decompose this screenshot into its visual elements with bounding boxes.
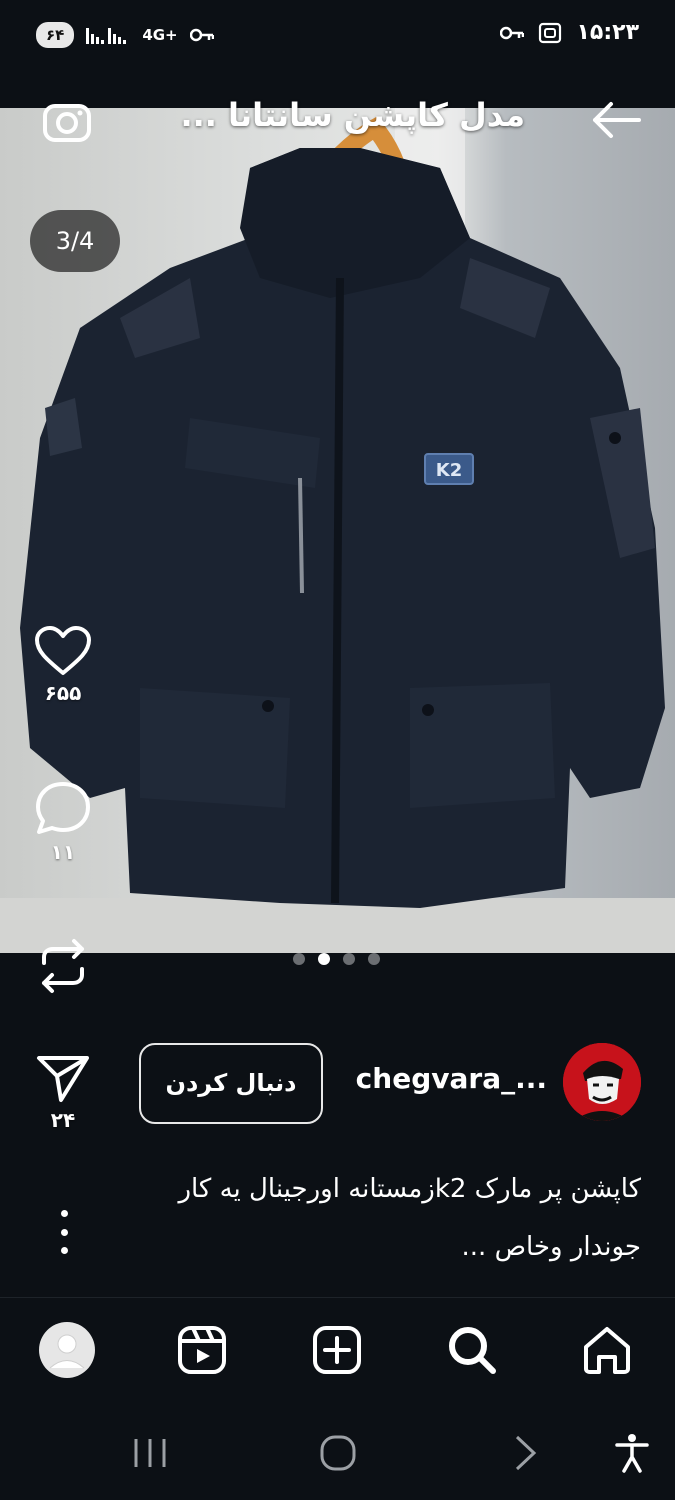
comment-count: ۱۱ [50,840,76,864]
back-arrow-icon [593,102,641,138]
accessibility-icon [615,1434,649,1473]
repost-icon[interactable] [36,935,90,997]
network-type: 4G+ [142,26,178,44]
search-icon [449,1327,496,1374]
nav-create[interactable] [307,1320,367,1380]
more-options-button[interactable] [52,1210,76,1254]
recent-apps-button[interactable] [130,1431,170,1475]
post-header: مدل کاپشن سانتانا ... [0,92,675,152]
battery-indicator: ۶۴ [36,22,75,48]
image-counter: 3/4 [30,210,120,272]
status-bar: ۶۴ 4G+ ۱۵:۲۳ [0,0,675,72]
carousel-dot[interactable] [343,953,355,965]
follow-button[interactable]: دنبال کردن [139,1043,323,1124]
more-dot [60,1228,68,1236]
reels-icon [178,1326,226,1374]
username[interactable]: chegvara_... [356,1062,547,1095]
comment-action[interactable]: ۱۱ [30,780,96,864]
home-system-button[interactable] [318,1431,358,1475]
home-circle-icon [320,1435,356,1471]
recent-apps-icon [134,1439,166,1467]
signal-icon [86,28,127,44]
like-action[interactable]: ۶۵۵ [30,625,96,705]
add-icon [313,1326,361,1374]
comment-icon[interactable] [34,780,92,836]
chevron-right-icon [515,1435,537,1471]
camera-button[interactable] [42,98,92,144]
nav-profile[interactable] [37,1320,97,1380]
post-caption[interactable]: کاپشن پر مارک k2زمستانه اورجینال یه کار … [121,1160,641,1276]
caption-line: جوندار وخاص ... [461,1232,641,1262]
nav-home[interactable] [577,1320,637,1380]
more-dot [60,1210,68,1217]
heart-icon[interactable] [34,625,92,677]
repost-action[interactable] [30,935,96,997]
system-navigation [0,1405,675,1500]
bottom-navigation [0,1297,675,1405]
back-button[interactable] [591,98,641,142]
accessibility-button[interactable] [612,1431,652,1475]
share-count: ۲۴ [50,1108,76,1132]
share-action[interactable]: ۲۴ [30,1052,96,1132]
vpn-key-icon [189,28,214,42]
clock: ۱۵:۲۳ [576,20,639,45]
back-system-button[interactable] [510,1431,540,1475]
screen-record-icon [539,22,562,43]
nav-reels[interactable] [172,1320,232,1380]
svg-text:K2: K2 [436,460,462,481]
post-title: مدل کاپشن سانتانا ... [180,96,525,134]
avatar-image [563,1043,641,1121]
nav-search[interactable] [442,1320,502,1380]
send-icon[interactable] [35,1052,91,1104]
carousel-dots [293,953,380,965]
carousel-dot[interactable] [368,953,380,965]
carousel-dot-active[interactable] [318,953,330,965]
like-count: ۶۵۵ [44,681,82,705]
key-icon [500,26,525,39]
camera-icon [43,104,91,142]
carousel-dot[interactable] [293,953,305,965]
caption-line: کاپشن پر مارک k2زمستانه اورجینال یه کار [178,1174,641,1204]
author-avatar[interactable] [563,1043,641,1121]
more-dot [60,1247,68,1254]
home-icon [584,1327,630,1374]
profile-icon [39,1322,95,1378]
